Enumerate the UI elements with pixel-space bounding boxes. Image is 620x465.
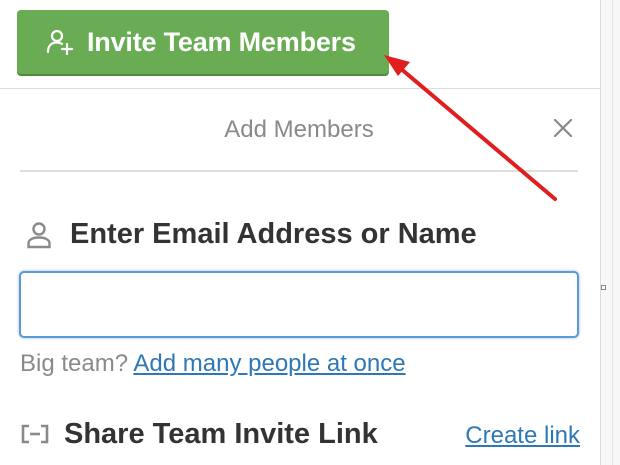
share-invite-link-row: Share Team Invite Link Create link: [20, 414, 580, 454]
invite-button-label: Invite Team Members: [87, 26, 356, 57]
link-icon: [20, 423, 50, 445]
email-input[interactable]: [19, 271, 579, 338]
person-icon: [26, 221, 52, 249]
add-user-icon: [45, 27, 75, 57]
close-button[interactable]: [548, 113, 578, 143]
add-members-popover: Add Members Enter Email Address or Name …: [0, 88, 600, 465]
big-team-line: Big team? Add many people at once: [20, 350, 406, 378]
big-team-prefix: Big team?: [20, 350, 129, 377]
resize-handle[interactable]: [601, 285, 606, 290]
invite-team-members-button[interactable]: Invite Team Members: [17, 10, 389, 74]
email-field-label-text: Enter Email Address or Name: [70, 218, 477, 250]
email-field-label: Enter Email Address or Name: [26, 218, 477, 251]
close-icon: [553, 118, 573, 138]
window-edge: [600, 0, 620, 465]
window-edge-line: [612, 0, 613, 465]
add-many-people-link[interactable]: Add many people at once: [133, 350, 405, 377]
popover-divider: [20, 170, 578, 172]
share-invite-link-label: Share Team Invite Link: [64, 417, 378, 450]
popover-title: Add Members: [224, 116, 374, 143]
create-link-button[interactable]: Create link: [465, 422, 580, 450]
